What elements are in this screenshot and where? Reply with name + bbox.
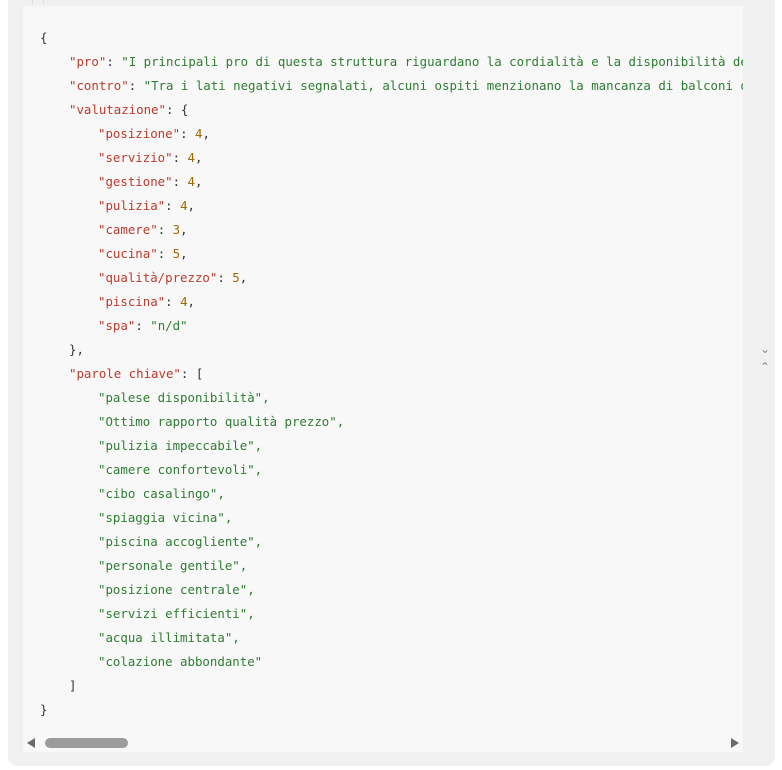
json-valutazione-key: "camere" (98, 222, 158, 237)
json-valutazione-key: "cucina" (98, 246, 158, 261)
json-parola-chiave-value: "spiaggia vicina", (98, 510, 233, 525)
json-key-pro: "pro" (69, 54, 107, 69)
json-valutazione-key: "servizio" (98, 150, 173, 165)
side-scroll-controls: ⌄ ⌃ (755, 340, 775, 380)
json-parola-chiave-item: "cibo casalingo", (40, 482, 743, 506)
json-parola-chiave-value: "servizi efficienti", (98, 606, 255, 621)
json-valutazione-key: "spa" (98, 318, 136, 333)
json-line-contro: "contro": "Tra i lati negativi segnalati… (40, 74, 743, 98)
json-parola-chiave-item: "personale gentile", (40, 554, 743, 578)
json-valutazione-row: "servizio": 4, (98, 150, 203, 165)
json-key-contro: "contro" (69, 78, 129, 93)
json-key-parole-chiave: "parole chiave" (69, 366, 181, 381)
json-line-pro: "pro": "I principali pro di questa strut… (40, 50, 743, 74)
json-parola-chiave-value: "acqua illimitata", (98, 630, 240, 645)
json-parola-chiave-item: "acqua illimitata", (40, 626, 743, 650)
json-parola-chiave-value: "colazione abbondante" (98, 654, 263, 669)
json-valutazione-key: "posizione" (98, 126, 181, 141)
json-valutazione-value: 4 (187, 174, 195, 189)
json-parola-chiave-item: "camere confortevoli", (40, 458, 743, 482)
json-valutazione-value: 4 (180, 198, 188, 213)
json-valutazione-row: "piscina": 4, (98, 294, 195, 309)
json-valutazione-row: "spa": "n/d" (98, 318, 188, 333)
top-tab-edge (32, 0, 44, 4)
json-valutazione-row: "camere": 3, (98, 222, 188, 237)
json-parola-chiave-value: "Ottimo rapporto qualità prezzo", (98, 414, 345, 429)
json-valutazione-value: "n/d" (150, 318, 188, 333)
json-value-pro: "I principali pro di questa struttura ri… (121, 54, 743, 69)
json-parola-chiave-value: "camere confortevoli", (98, 462, 263, 477)
json-valutazione-row: "posizione": 4, (98, 126, 210, 141)
json-parola-chiave-value: "palese disponibilità", (98, 390, 270, 405)
scrollbar-thumb[interactable] (45, 738, 128, 748)
json-parola-chiave-item: "spiaggia vicina", (40, 506, 743, 530)
triangle-right-icon[interactable] (731, 738, 739, 748)
json-valutazione-close: }, (69, 342, 84, 357)
json-parola-chiave-item: "piscina accogliente", (40, 530, 743, 554)
json-valutazione-key: "pulizia" (98, 198, 166, 213)
json-parola-chiave-item: "Ottimo rapporto qualità prezzo", (40, 410, 743, 434)
json-parola-chiave-item: "colazione abbondante" (40, 650, 743, 674)
json-parola-chiave-item: "posizione centrale", (40, 578, 743, 602)
json-valutazione-key: "piscina" (98, 294, 166, 309)
json-valutazione-key: "qualità/prezzo" (98, 270, 218, 285)
json-valutazione-value: 3 (172, 222, 181, 237)
json-line-parole-chiave: "parole chiave": [ (69, 366, 204, 381)
horizontal-scrollbar[interactable] (23, 734, 743, 752)
json-valutazione-key: "gestione" (98, 174, 173, 189)
json-parola-chiave-item: "palese disponibilità", (40, 386, 743, 410)
json-parola-chiave-value: "piscina accogliente", (98, 534, 263, 549)
json-parola-chiave-value: "pulizia impeccabile", (98, 438, 263, 453)
json-code: { "pro": "I principali pro di questa stru… (40, 26, 743, 722)
json-valutazione-value: 5 (172, 246, 181, 261)
json-valutazione-value: 4 (180, 294, 188, 309)
json-parola-chiave-value: "personale gentile", (98, 558, 248, 573)
json-parola-chiave-item: "pulizia impeccabile", (40, 434, 743, 458)
json-parola-chiave-value: "posizione centrale", (98, 582, 255, 597)
json-line-valutazione: "valutazione": { (69, 102, 189, 117)
json-code-panel[interactable]: { "pro": "I principali pro di questa stru… (23, 6, 743, 752)
json-valutazione-value: 4 (187, 150, 195, 165)
json-valutazione-value: 5 (232, 270, 240, 285)
json-parole-close: ] (69, 678, 77, 693)
json-open-brace: { (40, 30, 48, 45)
json-key-valutazione: "valutazione" (69, 102, 166, 117)
chevron-up-icon[interactable]: ⌃ (755, 358, 775, 376)
json-valutazione-row: "qualità/prezzo": 5, (98, 270, 248, 285)
json-valutazione-row: "gestione": 4, (98, 174, 203, 189)
chevron-down-icon[interactable]: ⌄ (755, 340, 775, 358)
json-parola-chiave-item: "servizi efficienti", (40, 602, 743, 626)
json-parola-chiave-value: "cibo casalingo", (98, 486, 225, 501)
json-close-brace: } (40, 702, 48, 717)
json-valutazione-row: "cucina": 5, (98, 246, 188, 261)
json-valutazione-row: "pulizia": 4, (98, 198, 195, 213)
triangle-left-icon[interactable] (27, 738, 35, 748)
json-value-contro: "Tra i lati negativi segnalati, alcuni o… (143, 78, 743, 93)
